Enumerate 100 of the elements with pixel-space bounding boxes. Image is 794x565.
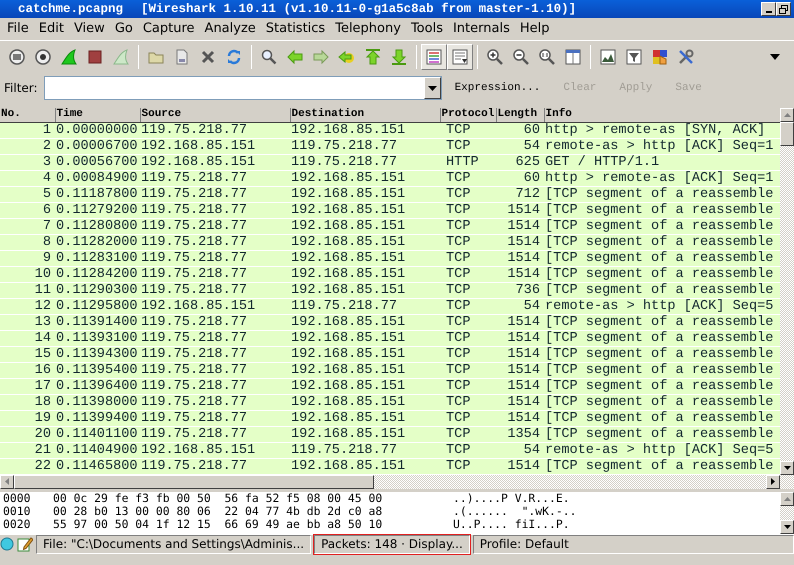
column-header[interactable]: Info: [544, 108, 780, 122]
dropdown-button[interactable]: [424, 77, 441, 99]
packet-row[interactable]: 4 0.00084900 119.75.218.77 192.168.85.151 TCP 60 http > remote-as [ACK] Seq=1: [0, 170, 780, 186]
filter-window-icon[interactable]: [625, 48, 643, 66]
reload-icon[interactable]: [225, 48, 243, 66]
packet-row[interactable]: 8 0.11282000 119.75.218.77 192.168.85.151 TCP 1514 [TCP segment of a reassemble: [0, 234, 780, 250]
packet-row[interactable]: 20 0.11401100 119.75.218.77 192.168.85.151 TCP 1354 [TCP segment of a reassemble: [0, 426, 780, 442]
menu-item[interactable]: Edit: [34, 18, 69, 40]
packet-row[interactable]: 15 0.11394300 119.75.218.77 192.168.85.151 TCP 1514 [TCP segment of a reassemble: [0, 346, 780, 362]
stop-icon[interactable]: [86, 48, 104, 66]
color-hand-icon[interactable]: [651, 48, 669, 66]
packet-row[interactable]: 21 0.11404900 192.168.85.151 119.75.218.77 TCP 54 remote-as > http [ACK] Seq=5: [0, 442, 780, 458]
hex-scrollbar[interactable]: [780, 492, 794, 534]
restore-icon[interactable]: [779, 4, 788, 14]
menu-item[interactable]: Telephony: [330, 18, 406, 40]
packet-row[interactable]: 2 0.00006700 192.168.85.151 119.75.218.77 TCP 54 remote-as > http [ACK] Seq=1: [0, 138, 780, 154]
table-cell: 1514: [496, 378, 544, 394]
table-cell: 0.11283100: [55, 250, 140, 266]
options-icon[interactable]: [34, 48, 52, 66]
table-cell: 192.168.85.151: [290, 330, 440, 346]
filter-field[interactable]: [44, 76, 442, 100]
table-cell: 0.11295800: [55, 298, 140, 314]
scroll-left-arrow-icon[interactable]: [5, 478, 9, 485]
autoscroll-button[interactable]: [447, 44, 473, 70]
filter-action-button[interactable]: Expression...: [444, 80, 550, 96]
scroll-right-arrow-icon[interactable]: [771, 478, 775, 485]
menu-item[interactable]: Go: [110, 18, 138, 40]
table-cell: 21: [0, 442, 55, 458]
packet-row[interactable]: 22 0.11465800 119.75.218.77 192.168.85.151 TCP 1514 [TCP segment of a reassemble: [0, 458, 780, 474]
table-cell: 192.168.85.151: [290, 410, 440, 426]
autoscroll-icon[interactable]: [451, 48, 469, 66]
menu-item[interactable]: Statistics: [260, 18, 330, 40]
horizontal-scrollbar[interactable]: [0, 474, 794, 488]
menu-item[interactable]: Analyze: [200, 18, 261, 40]
caret-icon[interactable]: [428, 86, 437, 90]
caret-icon[interactable]: [770, 54, 780, 60]
chart-window-icon[interactable]: [599, 48, 617, 66]
packet-row[interactable]: 13 0.11391400 119.75.218.77 192.168.85.151 TCP 1514 [TCP segment of a reassemble: [0, 314, 780, 330]
minimize-button[interactable]: [761, 2, 776, 16]
close-icon[interactable]: [199, 48, 217, 66]
column-header[interactable]: Destination: [290, 108, 440, 122]
table-cell: 1514: [496, 362, 544, 378]
column-header[interactable]: No.: [0, 108, 55, 122]
shark-fin-icon[interactable]: [60, 48, 78, 66]
column-header[interactable]: Length: [496, 108, 544, 122]
interface-list-icon[interactable]: [8, 48, 26, 66]
table-cell: 1: [0, 122, 55, 138]
vertical-scrollbar[interactable]: [780, 108, 794, 474]
scroll-down-arrow-icon[interactable]: [784, 525, 790, 529]
table-cell: 192.168.85.151: [290, 250, 440, 266]
pencil-note-icon[interactable]: [17, 536, 33, 552]
menu-item[interactable]: Internals: [448, 18, 515, 40]
packet-row[interactable]: 6 0.11279200 119.75.218.77 192.168.85.151 TCP 1514 [TCP segment of a reassemble: [0, 202, 780, 218]
packet-row[interactable]: 7 0.11280800 119.75.218.77 192.168.85.151 TCP 1514 [TCP segment of a reassemble: [0, 218, 780, 234]
zoom-out-icon[interactable]: [512, 48, 530, 66]
packet-row[interactable]: 14 0.11393100 119.75.218.77 192.168.85.151 TCP 1514 [TCP segment of a reassemble: [0, 330, 780, 346]
packet-row[interactable]: 11 0.11290300 119.75.218.77 192.168.85.151 TCP 736 [TCP segment of a reassemble: [0, 282, 780, 298]
packet-row[interactable]: 19 0.11399400 119.75.218.77 192.168.85.151 TCP 1514 [TCP segment of a reassemble: [0, 410, 780, 426]
packet-row[interactable]: 10 0.11284200 119.75.218.77 192.168.85.151 TCP 1514 [TCP segment of a reassemble: [0, 266, 780, 282]
color-lines-button[interactable]: [421, 44, 447, 70]
tools-icon[interactable]: [677, 48, 695, 66]
menu-item[interactable]: Tools: [406, 18, 448, 40]
table-cell: 22: [0, 458, 55, 474]
table-cell: [TCP segment of a reassemble: [544, 202, 780, 218]
menu-item[interactable]: Help: [514, 18, 554, 40]
table-cell: 1354: [496, 426, 544, 442]
search-icon[interactable]: [260, 48, 278, 66]
scrollbar-thumb[interactable]: [780, 122, 794, 146]
status-circle-icon[interactable]: [0, 537, 14, 551]
table-cell: 192.168.85.151: [290, 362, 440, 378]
window-title: [Wireshark 1.10.11 (v1.10.11-0-g1a5c8ab from master-1.10)]: [141, 0, 576, 18]
scroll-up-arrow-icon[interactable]: [784, 497, 790, 501]
table-cell: 1514: [496, 346, 544, 362]
restart-icon[interactable]: [112, 48, 130, 66]
table-cell: [TCP segment of a reassemble: [544, 346, 780, 362]
menu-item[interactable]: View: [68, 18, 110, 40]
packet-row[interactable]: 12 0.11295800 192.168.85.151 119.75.218.77 TCP 54 remote-as > http [ACK] Seq=5: [0, 298, 780, 314]
scrollbar-thumb[interactable]: [14, 474, 374, 488]
table-cell: 0.11187800: [55, 186, 140, 202]
menu-item[interactable]: Capture: [138, 18, 200, 40]
menu-item[interactable]: File: [2, 18, 34, 40]
zoom-in-icon[interactable]: [486, 48, 504, 66]
table-cell: TCP: [440, 346, 496, 362]
packet-row[interactable]: 9 0.11283100 119.75.218.77 192.168.85.151 TCP 1514 [TCP segment of a reassemble: [0, 250, 780, 266]
packet-row[interactable]: 17 0.11396400 119.75.218.77 192.168.85.151 TCP 1514 [TCP segment of a reassemble: [0, 378, 780, 394]
packet-row[interactable]: 5 0.11187800 119.75.218.77 192.168.85.151 TCP 712 [TCP segment of a reassemble: [0, 186, 780, 202]
packet-row[interactable]: 3 0.00056700 192.168.85.151 119.75.218.77 HTTP 625 GET / HTTP/1.1: [0, 154, 780, 170]
scroll-up-arrow-icon[interactable]: [784, 113, 790, 117]
color-lines-icon[interactable]: [425, 48, 443, 66]
resize-columns-icon[interactable]: [564, 48, 582, 66]
packet-row[interactable]: 18 0.11398000 119.75.218.77 192.168.85.151 TCP 1514 [TCP segment of a reassemble: [0, 394, 780, 410]
restore-button[interactable]: [776, 2, 791, 16]
column-header[interactable]: Source: [140, 108, 290, 122]
column-header[interactable]: Time: [55, 108, 140, 122]
packet-row[interactable]: 16 0.11395400 119.75.218.77 192.168.85.151 TCP 1514 [TCP segment of a reassemble: [0, 362, 780, 378]
scroll-down-arrow-icon[interactable]: [784, 466, 790, 470]
column-header[interactable]: Protocol: [440, 108, 496, 122]
packet-row[interactable]: 1 0.00000000 119.75.218.77 192.168.85.151 TCP 60 http > remote-as [SYN, ACK]: [0, 122, 780, 138]
table-cell: TCP: [440, 186, 496, 202]
zoom-normal-icon[interactable]: [538, 48, 556, 66]
